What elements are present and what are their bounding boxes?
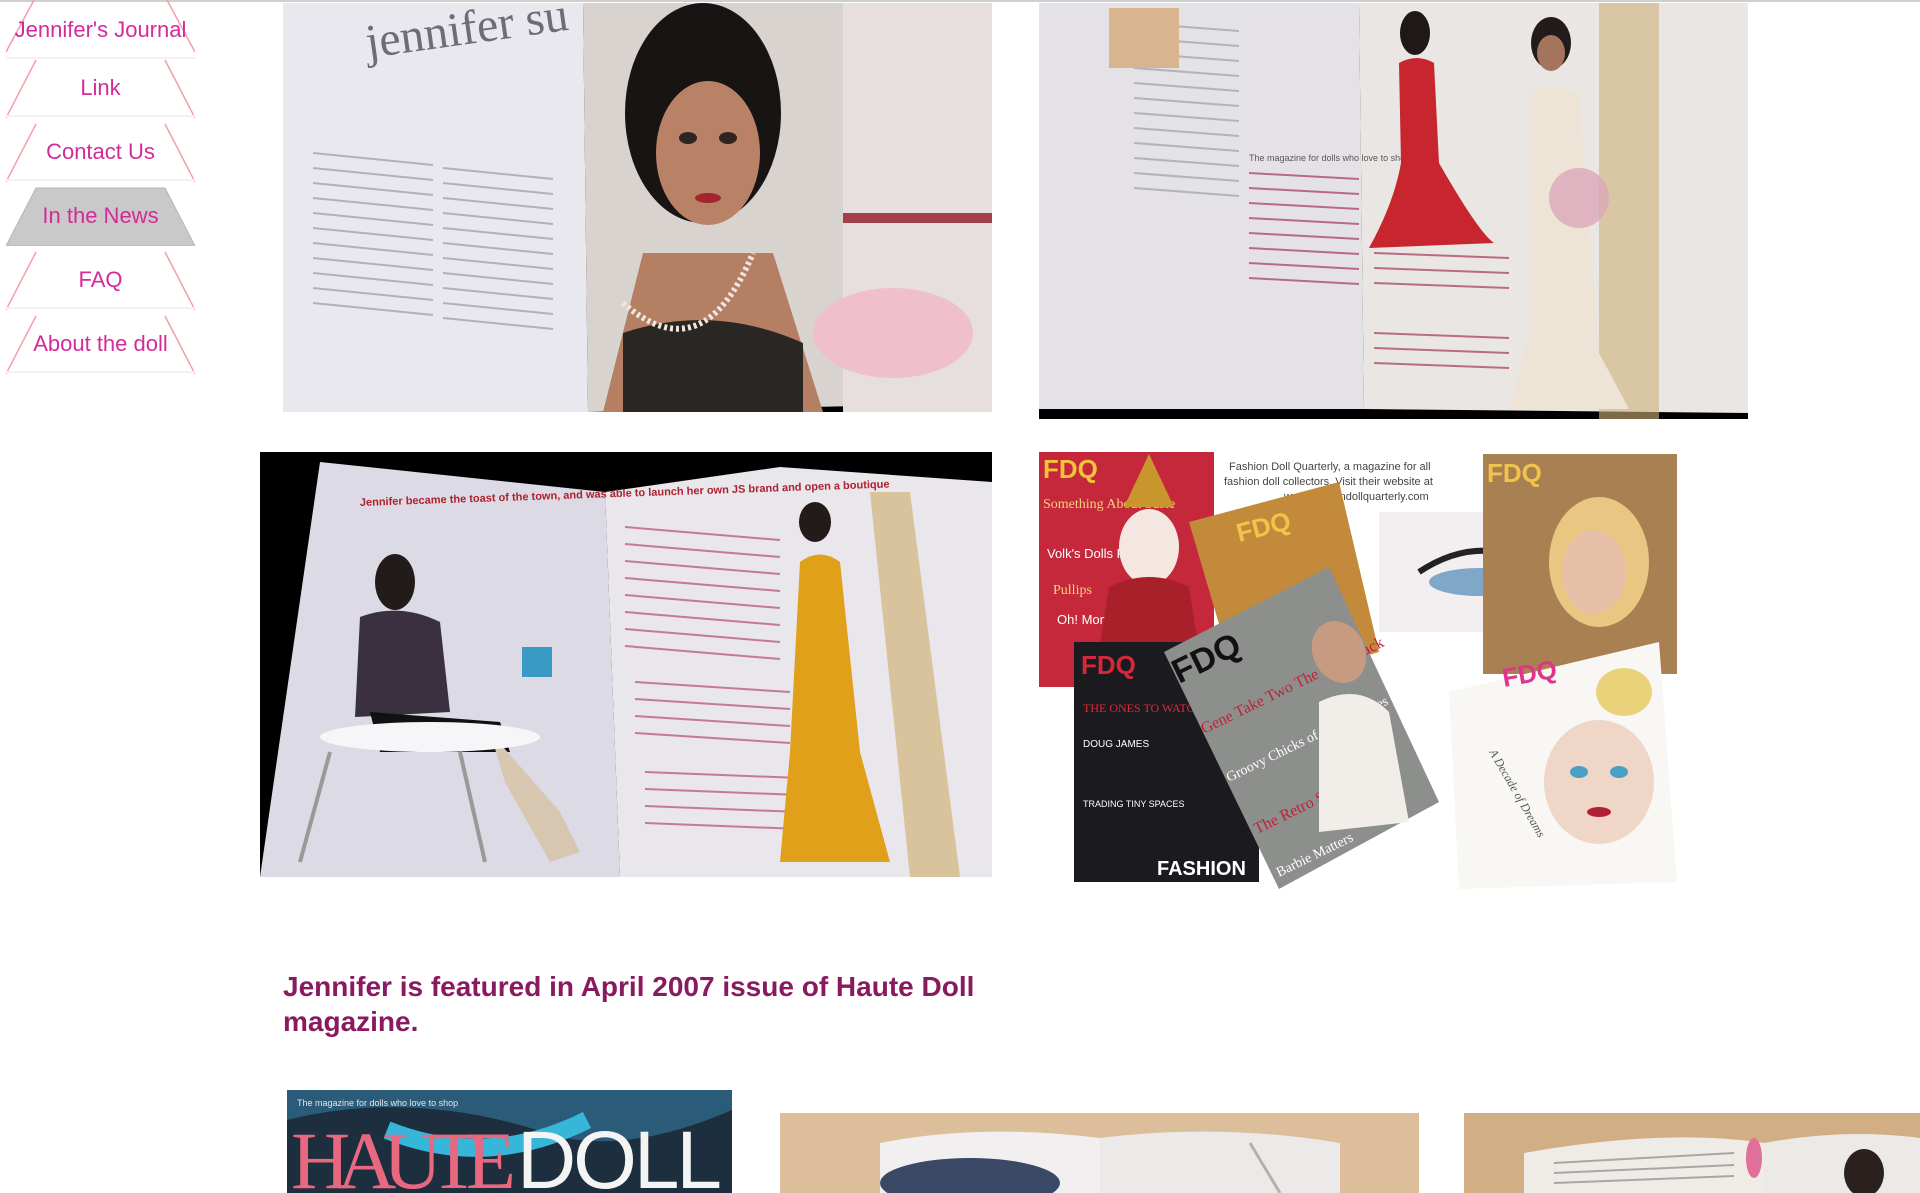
feature-heading: Jennifer is featured in April 2007 issue…	[283, 971, 975, 1037]
haute-doll-cover[interactable]: The magazine for dolls who love to shop …	[287, 1090, 732, 1193]
haute-doll-title-part2: DOLL	[517, 1115, 722, 1193]
haute-doll-spread-photo-2[interactable]	[1464, 1113, 1920, 1193]
fdq-masthead: FDQ	[1043, 454, 1098, 484]
cover-line: THE ONES TO WATCH	[1083, 701, 1204, 715]
cover-line: FASHION	[1157, 858, 1246, 880]
nav-item-in-the-news[interactable]: In the News	[6, 186, 195, 246]
nav-item-label: About the doll	[33, 331, 168, 356]
fdq-masthead: FDQ	[1081, 650, 1136, 680]
nav-item-label: Jennifer's Journal	[14, 17, 187, 42]
nav-item-label: In the News	[42, 203, 159, 228]
magazine-spread-photo-2[interactable]: The magazine for dolls who love to shop	[1039, 3, 1748, 419]
spread2-subhead: The magazine for dolls who love to shop	[1249, 153, 1410, 163]
nav-item-about-the-doll[interactable]: About the doll	[6, 314, 195, 374]
cover-line: Pullips	[1053, 583, 1092, 598]
haute-doll-title-part1: HAUTE	[291, 1115, 516, 1193]
haute-doll-spread-photo-1[interactable]	[780, 1113, 1419, 1193]
magazine-spread-photo-3[interactable]: Jennifer became the toast of the town, a…	[260, 452, 992, 877]
nav-item-label: FAQ	[78, 267, 123, 292]
fdq-cover-collage[interactable]: FDQ Something About Susie Volk's Dolls P…	[1039, 452, 1677, 889]
fdq-masthead: FDQ	[1487, 458, 1542, 488]
nav-item-faq[interactable]: FAQ	[6, 250, 195, 310]
nav-item-jennifers-journal[interactable]: Jennifer's Journal	[6, 0, 195, 60]
cover-line: DOUG JAMES	[1083, 739, 1149, 750]
cover-line: TRADING TINY SPACES	[1083, 799, 1185, 809]
nav-item-label: Link	[80, 75, 121, 100]
top-border	[0, 0, 1920, 2]
magazine-spread-photo-1[interactable]: jennifer su	[283, 3, 992, 412]
nav-item-contact-us[interactable]: Contact Us	[6, 122, 195, 182]
haute-doll-tagline: The magazine for dolls who love to shop	[297, 1098, 458, 1108]
nav-item-link[interactable]: Link	[6, 58, 195, 118]
nav-item-label: Contact Us	[46, 139, 155, 164]
